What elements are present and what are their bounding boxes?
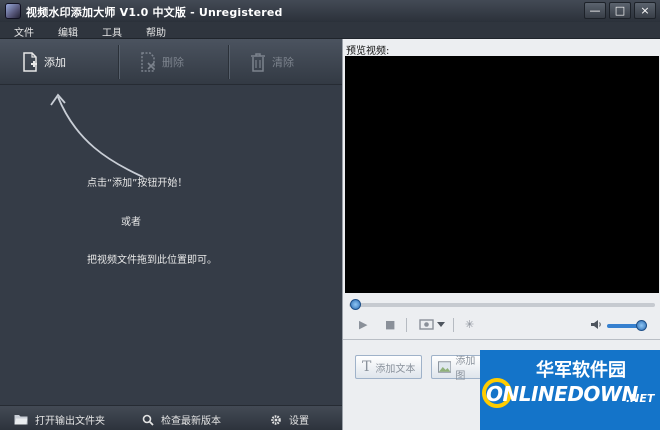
add-button[interactable]: 添加: [0, 39, 110, 85]
volume-thumb[interactable]: [636, 320, 648, 331]
open-output-folder-button[interactable]: 打开输出文件夹: [14, 412, 105, 427]
settings-button[interactable]: 设置: [270, 412, 309, 427]
hint-click-add: 点击“添加”按钮开始！: [87, 178, 188, 189]
title-bar: 视频水印添加大师 V1.0 中文版 - Unregistered — □ ×: [0, 0, 660, 22]
folder-icon: [14, 415, 28, 425]
app-icon: [5, 3, 21, 19]
text-icon: T: [362, 359, 372, 375]
hint-drag-files: 把视频文件拖到此位置即可。: [87, 255, 217, 266]
playback-progress-thumb[interactable]: [350, 299, 361, 310]
menu-edit[interactable]: 编辑: [58, 24, 78, 39]
clear-button-label: 清除: [272, 56, 294, 69]
watermark-net-text: .NET: [626, 392, 655, 405]
playback-progress-track[interactable]: [349, 303, 655, 307]
curved-arrow-icon: [50, 93, 144, 178]
main-toolbar: 添加 删除 清除: [0, 39, 342, 85]
minimize-button[interactable]: —: [584, 2, 606, 19]
maximize-button[interactable]: □: [609, 2, 631, 19]
image-icon: [438, 361, 452, 373]
add-text-button[interactable]: T 添加文本: [355, 355, 423, 379]
hint-or: 或者: [121, 217, 141, 228]
camera-dropdown-icon: [419, 319, 445, 330]
watermark-en-text: ONLINEDOWN: [486, 382, 638, 406]
add-button-label: 添加: [44, 56, 66, 69]
settings-label: 设置: [289, 416, 309, 427]
check-update-label: 检查最新版本: [161, 416, 221, 427]
menu-tools[interactable]: 工具: [102, 24, 122, 39]
play-icon[interactable]: ▶: [359, 318, 367, 331]
stop-icon[interactable]: ■: [385, 318, 395, 331]
menu-file[interactable]: 文件: [14, 24, 34, 39]
preview-label: 预览视频:: [346, 46, 390, 57]
add-file-icon: [23, 52, 37, 72]
delete-button-label: 删除: [162, 56, 184, 69]
clear-button[interactable]: 清除: [228, 39, 338, 85]
window-title: 视频水印添加大师 V1.0 中文版 - Unregistered: [26, 6, 283, 19]
search-icon: [142, 414, 154, 426]
trash-icon: [251, 53, 265, 72]
snapshot-icon[interactable]: [419, 318, 445, 333]
watermark-cn-text: 华军软件园: [536, 360, 626, 381]
delete-button[interactable]: 删除: [118, 39, 228, 85]
menu-bar: 文件 编辑 工具 帮助: [0, 22, 660, 39]
add-text-label: 添加文本: [375, 363, 416, 375]
file-list-panel[interactable]: 添加 删除 清除 点击“添加”按钮开始！ 或者 把视频文件拖到此位置即可。 打开…: [0, 39, 342, 430]
volume-icon[interactable]: [590, 319, 602, 330]
onlinedown-watermark: 华军软件园 ONLINEDOWN .NET: [480, 350, 660, 430]
delete-file-icon: [141, 52, 155, 72]
menu-help[interactable]: 帮助: [146, 24, 166, 39]
check-update-button[interactable]: 检查最新版本: [142, 412, 221, 427]
video-preview[interactable]: [345, 56, 659, 293]
gear-icon: [271, 414, 281, 425]
open-output-folder-label: 打开输出文件夹: [35, 416, 105, 427]
close-button[interactable]: ×: [634, 2, 656, 19]
bottom-bar: 打开输出文件夹 检查最新版本 设置: [0, 405, 342, 430]
effects-icon[interactable]: ✳: [465, 318, 474, 331]
